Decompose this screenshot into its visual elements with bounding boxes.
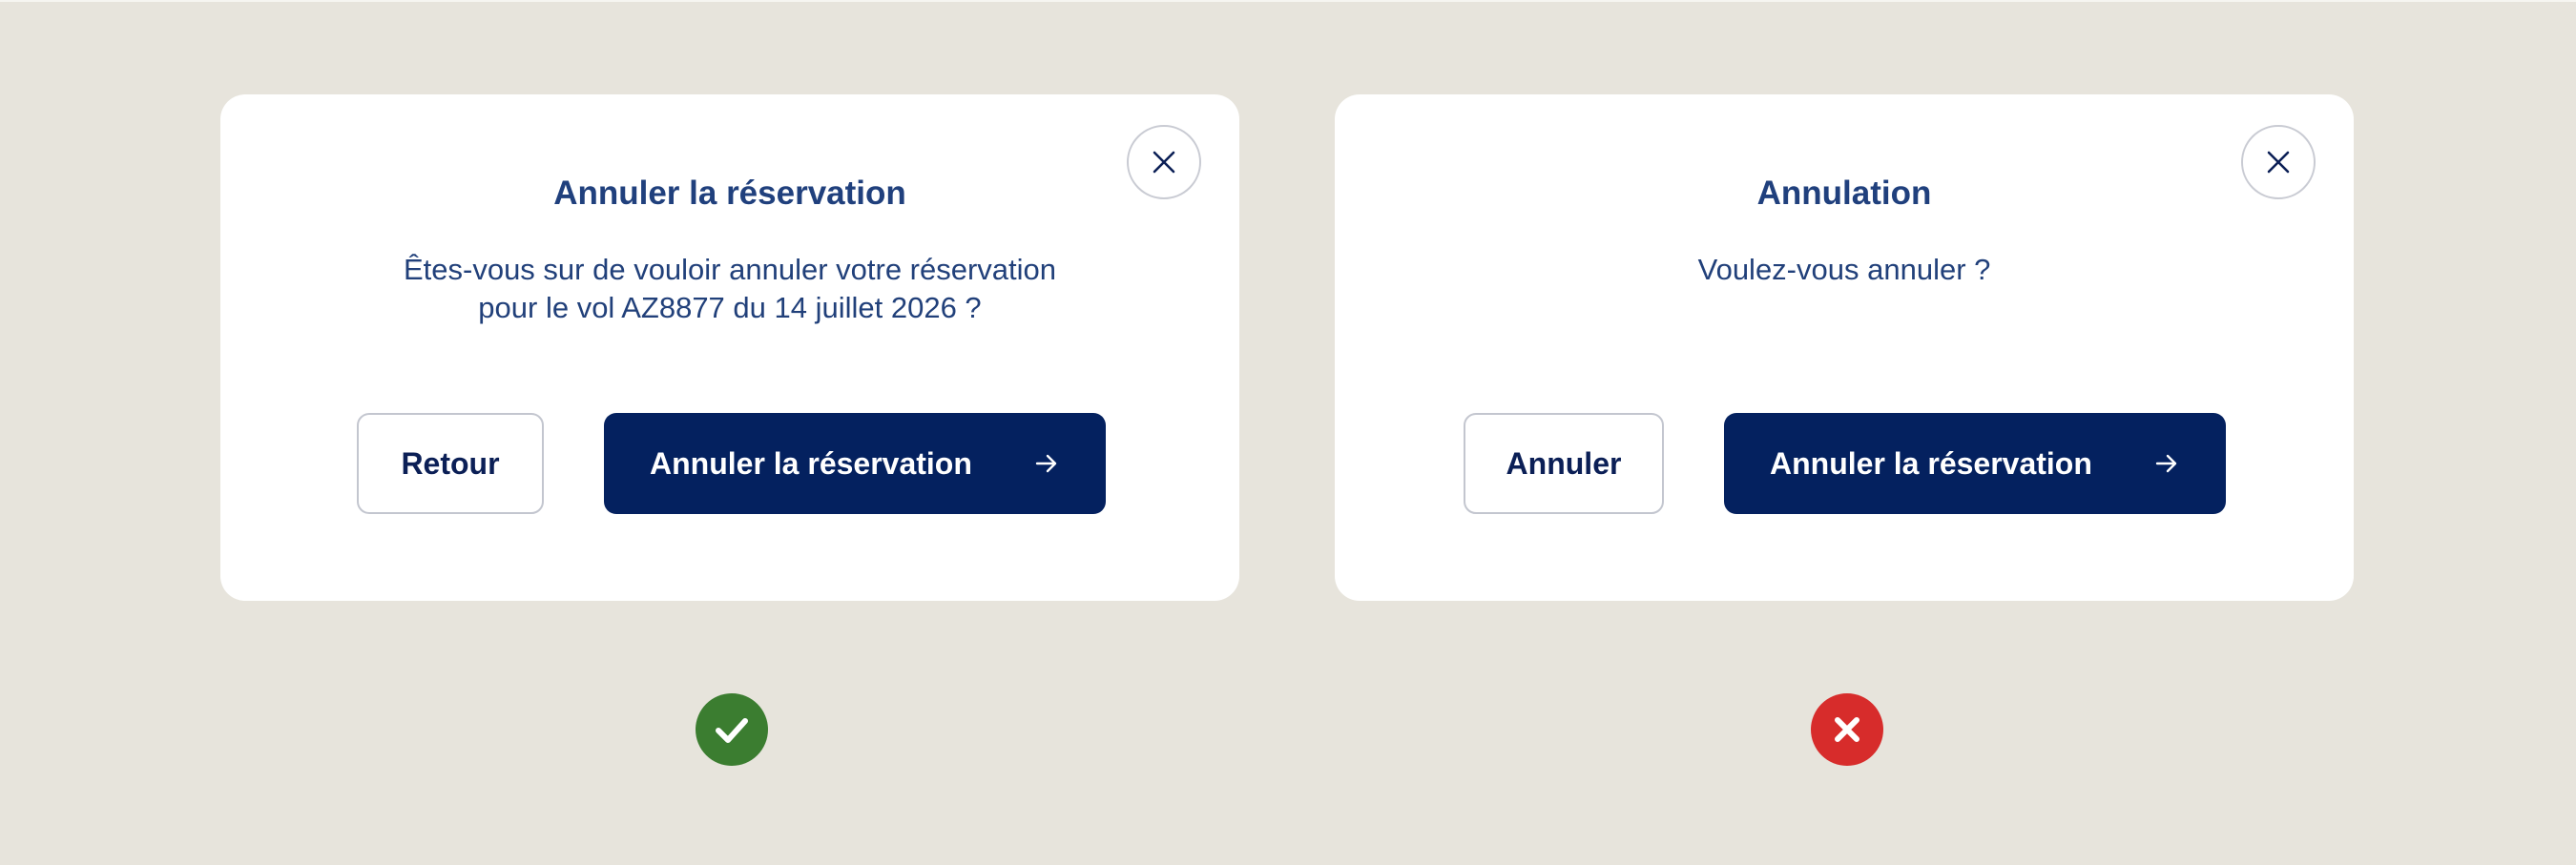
arrow-right-icon: [2155, 452, 2178, 475]
dialog-message: Voulez-vous annuler ?: [1697, 253, 1991, 286]
check-icon: [716, 718, 748, 743]
cancel-reservation-button-label: Annuler la réservation: [650, 445, 972, 481]
dialog-message: Êtes-vous sur de vouloir annuler votre r…: [403, 253, 1057, 324]
close-icon: [2267, 151, 2290, 174]
dialog-title: Annuler la réservation: [553, 175, 906, 212]
arrow-right-icon: [1035, 452, 1058, 475]
back-button-label: Retour: [401, 445, 500, 481]
cancel-reservation-button[interactable]: Annuler la réservation: [1724, 413, 2226, 514]
cancel-button[interactable]: Annuler: [1464, 413, 1664, 514]
correct-badge: [696, 693, 768, 766]
cross-icon: [1835, 717, 1859, 742]
back-button[interactable]: Retour: [357, 413, 544, 514]
cancel-reservation-dialog-bad: Annulation Voulez-vous annuler ? Annuler…: [1335, 94, 2354, 601]
dialog-title: Annulation: [1756, 175, 1932, 212]
top-divider: [0, 0, 2576, 2]
cancel-button-label: Annuler: [1506, 445, 1622, 481]
close-icon: [1153, 151, 1175, 174]
cancel-reservation-dialog-good: Annuler la réservation Êtes-vous sur de …: [220, 94, 1239, 601]
cancel-reservation-button-label: Annuler la réservation: [1770, 445, 2092, 481]
incorrect-badge: [1811, 693, 1883, 766]
cancel-reservation-button[interactable]: Annuler la réservation: [604, 413, 1106, 514]
